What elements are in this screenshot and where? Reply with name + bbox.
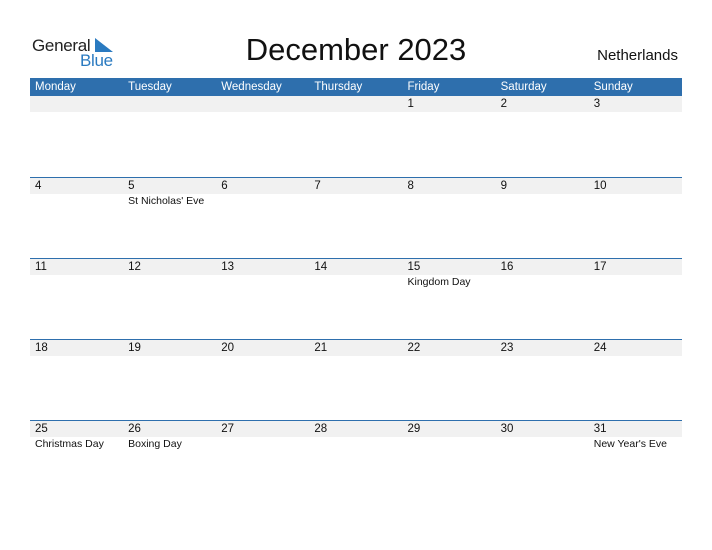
day-number: 28 bbox=[314, 423, 328, 435]
holiday-label: St Nicholas' Eve bbox=[128, 195, 205, 207]
day-number: 13 bbox=[221, 261, 235, 273]
holiday-label bbox=[309, 275, 402, 289]
weekday-header: Monday Tuesday Wednesday Thursday Friday… bbox=[30, 78, 682, 96]
weekday-wednesday: Wednesday bbox=[221, 81, 282, 93]
day-number: 23 bbox=[500, 342, 514, 354]
weekday-sunday: Sunday bbox=[593, 81, 633, 93]
holiday-label bbox=[589, 275, 682, 289]
day-number: 27 bbox=[221, 423, 235, 435]
day-number: 21 bbox=[314, 342, 328, 354]
day-number: 5 bbox=[128, 180, 135, 192]
holiday-label bbox=[403, 194, 496, 208]
day-number: 2 bbox=[500, 98, 508, 110]
day-number: 16 bbox=[500, 261, 514, 273]
day-number: 3 bbox=[593, 98, 601, 110]
day-number: 8 bbox=[407, 180, 414, 192]
holiday-label bbox=[216, 194, 309, 208]
day-number-row: 18 19 20 21 22 23 24 bbox=[30, 339, 682, 356]
day-number-row: 25 26 27 28 29 30 31 bbox=[30, 420, 682, 437]
day-number: 30 bbox=[500, 423, 514, 435]
day-number: 6 bbox=[221, 180, 228, 192]
day-number: 18 bbox=[35, 342, 48, 354]
holiday-label bbox=[216, 437, 309, 451]
event-row: St Nicholas' Eve bbox=[30, 194, 682, 208]
day-number: 19 bbox=[128, 342, 141, 354]
week-row: 18 19 20 21 22 23 24 bbox=[30, 339, 682, 419]
day-number bbox=[216, 96, 309, 112]
day-number: 12 bbox=[128, 261, 141, 273]
week-row: 1 2 3 bbox=[30, 96, 682, 176]
country-label: Netherlands bbox=[597, 47, 678, 64]
week-row: 25 26 27 28 29 30 31 Christmas Day Boxing Day New… bbox=[30, 420, 682, 500]
holiday-label bbox=[309, 194, 402, 208]
day-number: 15 bbox=[407, 261, 421, 273]
holiday-label bbox=[403, 437, 496, 451]
weekday-thursday: Thursday bbox=[314, 81, 363, 93]
holiday-label: Christmas Day bbox=[35, 438, 104, 450]
day-number: 1 bbox=[407, 98, 414, 110]
holiday-label bbox=[496, 437, 589, 451]
holiday-label bbox=[496, 194, 589, 208]
holiday-label bbox=[30, 194, 123, 208]
day-number: 20 bbox=[221, 342, 235, 354]
day-number: 9 bbox=[500, 180, 508, 192]
weekday-friday: Friday bbox=[407, 81, 440, 93]
week-row: 11 12 13 14 15 16 17 Kingdom Day bbox=[30, 258, 682, 338]
holiday-label bbox=[309, 437, 402, 451]
day-number: 31 bbox=[593, 423, 607, 435]
day-number bbox=[30, 96, 123, 112]
holiday-label bbox=[589, 194, 682, 208]
day-number-row: 11 12 13 14 15 16 17 bbox=[30, 258, 682, 275]
holiday-label bbox=[496, 275, 589, 289]
weekday-tuesday: Tuesday bbox=[128, 81, 172, 93]
day-number-row: 1 2 3 bbox=[30, 96, 682, 112]
holiday-label: Boxing Day bbox=[128, 438, 182, 450]
weekday-monday: Monday bbox=[35, 81, 76, 93]
day-number: 29 bbox=[407, 423, 421, 435]
holiday-label bbox=[123, 275, 216, 289]
day-number: 10 bbox=[593, 180, 607, 192]
day-number: 26 bbox=[128, 423, 141, 435]
day-number: 17 bbox=[593, 261, 607, 273]
event-row: Kingdom Day bbox=[30, 275, 682, 289]
holiday-label: New Year's Eve bbox=[593, 438, 667, 450]
holiday-label bbox=[216, 275, 309, 289]
day-number: 22 bbox=[407, 342, 421, 354]
day-number-row: 4 5 6 7 8 9 10 bbox=[30, 177, 682, 194]
holiday-label: Kingdom Day bbox=[407, 276, 471, 288]
weekday-saturday: Saturday bbox=[500, 81, 547, 93]
day-number: 24 bbox=[593, 342, 607, 354]
day-number: 14 bbox=[314, 261, 328, 273]
day-number: 11 bbox=[35, 261, 47, 273]
day-number: 4 bbox=[35, 180, 42, 192]
day-number bbox=[309, 96, 402, 112]
holiday-label bbox=[30, 275, 123, 289]
day-number: 7 bbox=[314, 180, 321, 192]
day-number: 25 bbox=[35, 423, 48, 435]
day-number bbox=[123, 96, 216, 112]
week-row: 4 5 6 7 8 9 10 St Nicholas' Eve bbox=[30, 177, 682, 257]
event-row: Christmas Day Boxing Day New Year's Eve bbox=[30, 437, 682, 451]
